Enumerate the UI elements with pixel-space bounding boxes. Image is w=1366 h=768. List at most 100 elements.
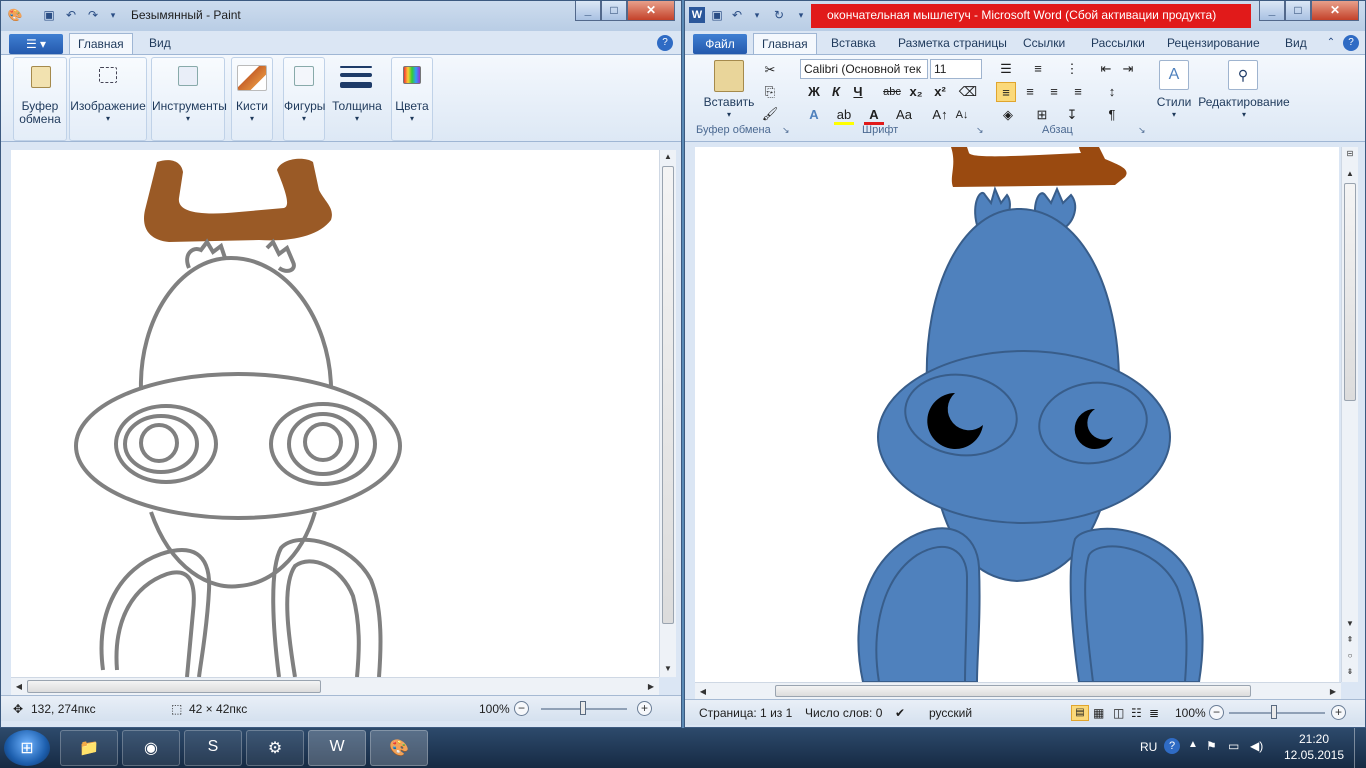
scroll-right-icon[interactable]: ▶ (643, 682, 659, 691)
scroll-left-icon[interactable]: ◀ (11, 682, 27, 691)
line-spacing-icon[interactable]: ↕ (1102, 82, 1122, 102)
word-scroll-down-icon[interactable]: ▼ (1342, 619, 1358, 628)
shrink-font-icon[interactable]: A↓ (952, 105, 972, 125)
outline-view-icon[interactable]: ☷ (1131, 706, 1142, 720)
word-horizontal-scrollbar[interactable]: ◀ ▶ (695, 682, 1341, 699)
word-tab-mailings[interactable]: Рассылки (1083, 33, 1153, 55)
word-tab-layout[interactable]: Разметка страницы (890, 33, 1015, 55)
word-tab-references[interactable]: Ссылки (1015, 33, 1073, 55)
language-indicator[interactable]: русский (929, 706, 972, 720)
paint-menu-button[interactable]: ☰ ▾ (9, 34, 63, 54)
save-icon[interactable]: ▣ (41, 7, 57, 23)
tools-group[interactable]: Инструменты ▾ (151, 57, 227, 141)
clipboard-launcher-icon[interactable]: ↘ (782, 125, 790, 136)
word-quick-access-dropdown-icon[interactable]: ▾ (793, 7, 809, 23)
format-painter-icon[interactable]: 🖌 (760, 104, 780, 124)
copy-icon[interactable]: ⎘ (760, 82, 780, 102)
bold-button[interactable]: Ж (804, 82, 824, 102)
word-redo-icon[interactable]: ↻ (771, 7, 787, 23)
word-document-page[interactable] (695, 147, 1339, 682)
start-button[interactable]: ⊞ (4, 730, 50, 766)
tray-expand-icon[interactable]: ▲ (1188, 739, 1198, 750)
shapes-group[interactable]: Фигуры ▾ (283, 57, 325, 141)
help-icon[interactable]: ? (657, 35, 673, 51)
word-zoom-out-button[interactable]: − (1209, 705, 1224, 720)
superscript-button[interactable]: x² (930, 82, 950, 102)
word-zoom-in-button[interactable]: + (1331, 705, 1346, 720)
paint-vscroll-thumb[interactable] (662, 166, 674, 624)
word-save-icon[interactable]: ▣ (709, 7, 725, 23)
word-scroll-up-icon[interactable]: ▲ (1342, 169, 1358, 178)
paint-horizontal-scrollbar[interactable]: ◀ ▶ (11, 677, 659, 695)
clock-date[interactable]: 12.05.2015 (1280, 748, 1348, 762)
underline-button[interactable]: Ч (848, 82, 868, 102)
numbering-icon[interactable]: ≡ (1028, 59, 1048, 79)
tray-help-icon[interactable]: ? (1164, 738, 1180, 754)
web-layout-view-icon[interactable]: ◫ (1113, 706, 1124, 720)
word-minimize-button[interactable]: _ (1259, 1, 1285, 21)
word-help-icon[interactable]: ? (1343, 35, 1359, 51)
word-close-button[interactable]: ✕ (1311, 1, 1359, 21)
font-size-combo[interactable]: 11 (930, 59, 982, 79)
page-count[interactable]: Страница: 1 из 1 (699, 706, 792, 720)
paste-icon[interactable] (714, 60, 744, 92)
word-undo-dropdown-icon[interactable]: ▾ (749, 7, 765, 23)
colors-group[interactable]: Цвета ▾ (391, 57, 433, 141)
flag-icon[interactable]: ⚑ (1206, 739, 1217, 753)
multilevel-list-icon[interactable]: ⋮ (1062, 59, 1082, 79)
minimize-button[interactable]: _ (575, 1, 601, 21)
keyboard-language[interactable]: RU (1140, 740, 1157, 754)
paint-vertical-scrollbar[interactable]: ▲ ▼ (659, 150, 676, 677)
align-center-button[interactable]: ≡ (1020, 82, 1040, 102)
word-undo-icon[interactable]: ↶ (729, 7, 745, 23)
scroll-up-icon[interactable]: ▲ (660, 152, 676, 161)
decrease-indent-icon[interactable]: ⇤ (1096, 59, 1116, 79)
taskbar-explorer[interactable]: 📁 (60, 730, 118, 766)
taskbar-word[interactable]: W (308, 730, 366, 766)
brushes-group[interactable]: Кисти ▾ (231, 57, 273, 141)
clipboard-group[interactable]: Буфер обмена (13, 57, 67, 141)
full-screen-view-icon[interactable]: ▦ (1093, 706, 1104, 720)
justify-button[interactable]: ≡ (1068, 82, 1088, 102)
paint-app-icon[interactable]: 🎨 (7, 7, 23, 23)
volume-icon[interactable]: ◀) (1250, 739, 1263, 753)
word-tab-review[interactable]: Рецензирование (1159, 33, 1268, 55)
shading-icon[interactable]: ◈ (998, 105, 1018, 125)
word-count[interactable]: Число слов: 0 (805, 706, 882, 720)
paint-canvas[interactable] (11, 150, 659, 677)
show-desktop-button[interactable] (1354, 728, 1366, 768)
text-effects-icon[interactable]: A (804, 105, 824, 125)
word-scroll-right-icon[interactable]: ▶ (1325, 687, 1341, 696)
browse-object-icon[interactable]: ○ (1342, 651, 1358, 660)
highlight-color-icon[interactable]: ab (834, 105, 854, 125)
zoom-in-button[interactable]: + (637, 701, 652, 716)
paste-dropdown-icon[interactable]: ▾ (692, 108, 766, 121)
word-maximize-button[interactable]: □ (1285, 1, 1311, 21)
bullets-icon[interactable]: ☰ (996, 59, 1016, 79)
word-zoom-level[interactable]: 100% (1175, 706, 1206, 720)
ribbon-collapse-icon[interactable]: ⌃ (1323, 35, 1339, 51)
print-layout-view-icon[interactable]: ▤ (1071, 705, 1089, 721)
size-group[interactable]: Толщина ▾ (327, 57, 385, 141)
font-color-icon[interactable]: A (864, 105, 884, 125)
font-launcher-icon[interactable]: ↘ (976, 125, 984, 136)
quick-access-dropdown-icon[interactable]: ▾ (105, 7, 121, 23)
taskbar-paint[interactable]: 🎨 (370, 730, 428, 766)
word-styles-group[interactable]: A Стили ▾ (1153, 57, 1195, 141)
network-icon[interactable]: ▭ (1228, 739, 1239, 753)
cut-icon[interactable]: ✂ (760, 60, 780, 80)
zoom-slider-thumb[interactable] (580, 701, 586, 715)
word-editing-group[interactable]: ⚲ Редактирование ▾ (1197, 57, 1290, 141)
word-zoom-slider-thumb[interactable] (1271, 705, 1277, 719)
draft-view-icon[interactable]: ≣ (1149, 706, 1159, 720)
show-formatting-icon[interactable]: ¶ (1102, 105, 1122, 125)
align-left-button[interactable]: ≡ (996, 82, 1016, 102)
ruler-toggle-icon[interactable]: ⊟ (1342, 149, 1358, 158)
change-case-icon[interactable]: Aa (894, 105, 914, 125)
word-scroll-left-icon[interactable]: ◀ (695, 687, 711, 696)
close-button[interactable]: ✕ (627, 1, 675, 21)
subscript-button[interactable]: x₂ (906, 82, 926, 102)
increase-indent-icon[interactable]: ⇥ (1118, 59, 1138, 79)
previous-page-icon[interactable]: ⇞ (1342, 635, 1358, 644)
word-hscroll-thumb[interactable] (775, 685, 1251, 697)
